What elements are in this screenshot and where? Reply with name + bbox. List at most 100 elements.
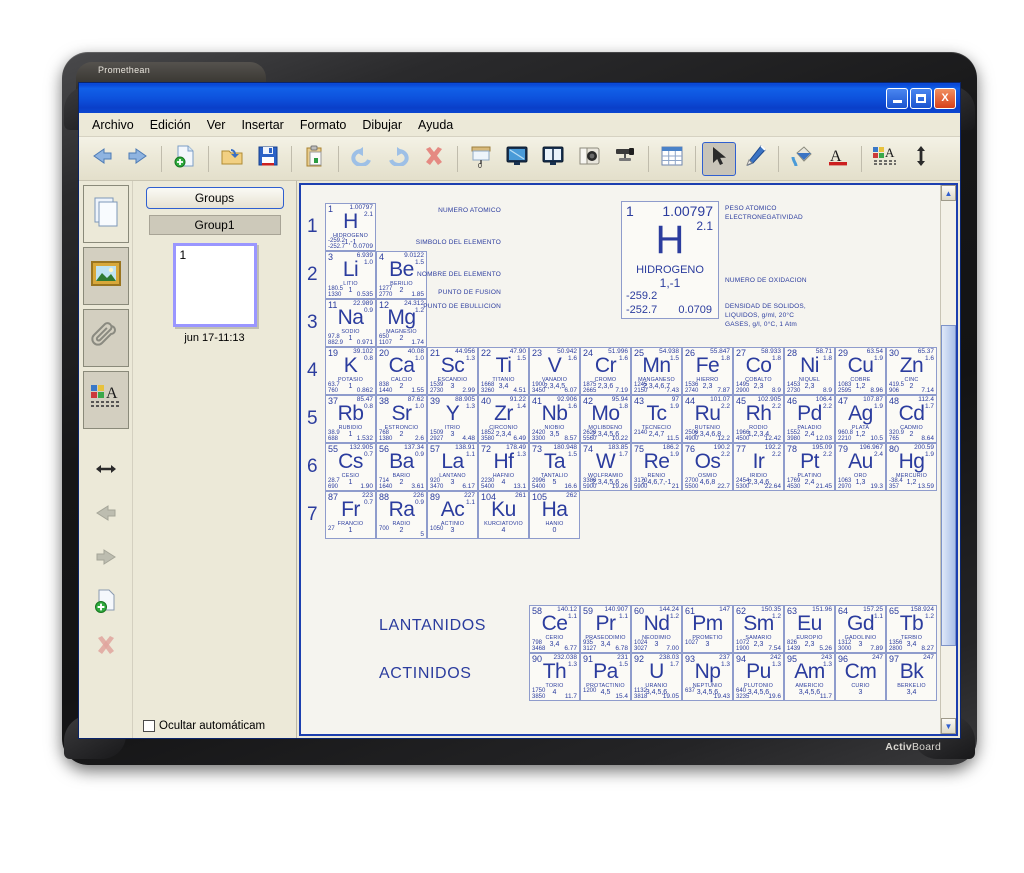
forward-arrow-button[interactable] (121, 142, 155, 176)
left-dock: A (79, 181, 133, 738)
open-folder-button[interactable] (215, 142, 249, 176)
group1-item[interactable]: Group1 (148, 215, 281, 235)
undo-button[interactable] (345, 142, 379, 176)
projector-icon (613, 145, 637, 172)
element-de: 19.43 (713, 693, 730, 700)
element-sym: Mo (591, 402, 620, 425)
projector-button[interactable] (608, 142, 642, 176)
element-de: 4.48 (462, 435, 475, 442)
element-mp: 1440 (379, 388, 393, 394)
back-arrow-button[interactable] (85, 142, 119, 176)
pen-tool-icon (743, 144, 767, 173)
scroll-up-button[interactable]: ▲ (941, 185, 956, 201)
element-mp: 5900 (583, 484, 597, 490)
grid-table-button[interactable] (655, 142, 689, 176)
legend-caption-atomic-number: NUMERO ATOMICO (438, 207, 501, 214)
element-cell-Re: 75 186.2 1.9 Re RENIO 2,4,6,7,-1 3170 5900 21 (631, 443, 682, 491)
menu-item-dibujar[interactable]: Dibujar (355, 115, 409, 135)
pen-tool-button[interactable] (738, 142, 772, 176)
element-mp: 3850 (532, 694, 546, 700)
resize-handle-button[interactable] (83, 451, 129, 491)
pages-tab[interactable] (82, 185, 129, 243)
next-page-icon (93, 548, 119, 571)
element-mp: 3470 (430, 484, 444, 490)
element-mp: 3980 (787, 436, 801, 442)
new-page-button[interactable] (168, 142, 202, 176)
menu-item-ver[interactable]: Ver (200, 115, 233, 135)
element-bp: 637 (685, 688, 696, 694)
element-de: 7.00 (666, 645, 679, 652)
delete-button[interactable] (417, 142, 451, 176)
element-sym: Bk (899, 660, 924, 683)
select-pointer-button[interactable] (702, 141, 736, 176)
scroll-down-button[interactable]: ▼ (941, 718, 956, 734)
element-de: 7.19 (615, 387, 628, 394)
element-m: 97 (671, 396, 679, 403)
element-cell-Pu: 94 242 1.3 Pu PLUTONIO 3,4,5,6 640 3235 19.6 (733, 653, 784, 701)
menu-item-insertar[interactable]: Insertar (234, 115, 290, 135)
element-cell-Fr: 87 223 0.7 Fr FRANCIO 1 27 (325, 491, 376, 539)
autohide-row[interactable]: Ocultar automáticam (143, 720, 293, 732)
minimize-button[interactable] (886, 87, 908, 109)
element-mp: 3027 (634, 646, 648, 652)
element-mp: 3300 (532, 436, 546, 442)
element-de: 2.6 (414, 435, 424, 442)
legend-caption-mass: PESO ATOMICO (725, 205, 777, 212)
canvas-vertical-scrollbar[interactable]: ▲ ▼ (940, 185, 956, 734)
scrollbar-thumb[interactable] (941, 325, 956, 646)
maximize-button[interactable] (910, 87, 932, 109)
fill-bucket-button[interactable] (785, 142, 819, 176)
resize-vertical-button[interactable] (904, 142, 938, 176)
window-titlebar[interactable]: X (79, 83, 960, 113)
element-cell-Pr: 59 140.907 1.1 Pr PRASEODIMIO 3,4 935 3127 6.78 (580, 605, 631, 653)
element-cell-Cu: 29 63.54 1.9 Cu COBRE 1,2 1083 2595 8.96 (835, 347, 886, 395)
element-mp: 2730 (430, 388, 444, 394)
element-mp: 765 (889, 436, 900, 442)
element-de: 6.78 (615, 645, 628, 652)
element-cell-Mo: 42 95.94 1.8 Mo MOLIBDENO 2,3,4,5,6 2620 5560 10… (580, 395, 631, 443)
element-sym: Au (848, 450, 873, 473)
desktop-annotate-button[interactable] (500, 142, 534, 176)
menu-item-ayuda[interactable]: Ayuda (411, 115, 460, 135)
presentation-screen-button[interactable]: 0 (464, 142, 498, 176)
text-style-button[interactable]: A (868, 142, 902, 176)
element-sym: Zn (899, 354, 924, 377)
toolbar-separator (161, 145, 162, 172)
element-de: 15.4 (615, 693, 628, 700)
autohide-checkbox[interactable] (143, 720, 155, 732)
scrollbar-track[interactable] (941, 201, 956, 718)
flipchart-canvas[interactable]: 1 2 3 4 5 6 7 1 1.00797 2.1 H HIDROGENO 1,-1 -259.2 -2… (301, 185, 940, 734)
attachments-tab[interactable] (82, 309, 129, 367)
element-bp: 2140 (634, 430, 648, 436)
next-page-button[interactable] (83, 539, 129, 579)
annotations-tab[interactable]: A (82, 371, 129, 429)
element-sym: Nd (643, 612, 670, 635)
menu-item-formato[interactable]: Formato (293, 115, 354, 135)
element-de: 8.9 (771, 387, 781, 394)
groups-button[interactable]: Groups (145, 187, 284, 209)
pages-icon (91, 196, 121, 233)
text-color-button[interactable]: A (821, 142, 855, 176)
element-m: 6.939 (356, 252, 373, 259)
toolbar-separator (695, 145, 696, 172)
menu-item-archivo[interactable]: Archivo (85, 115, 141, 135)
dual-page-view-button[interactable] (536, 142, 570, 176)
delete-page-button[interactable] (83, 627, 129, 667)
previous-page-button[interactable] (83, 495, 129, 535)
menu-item-edicin[interactable]: Edición (143, 115, 198, 135)
element-mp: 2665 (583, 388, 597, 394)
promethean-brand-label: Promethean (98, 65, 151, 75)
element-sym: Y (445, 402, 460, 425)
add-page-button[interactable] (83, 583, 129, 623)
save-disk-button[interactable] (251, 142, 285, 176)
paste-clipboard-button[interactable] (298, 142, 332, 176)
element-cell-Eu: 63 151.96 Eu EUROPIO 2,3 826 1439 5.26 (784, 605, 835, 653)
resources-tab[interactable] (82, 247, 129, 305)
camera-snapshot-button[interactable] (572, 142, 606, 176)
element-cell-W: 74 183.85 1.7 W WOLFRAMIO 2,3,4,5,6 3380 5900 19… (580, 443, 631, 491)
redo-button[interactable] (381, 142, 415, 176)
close-button[interactable]: X (934, 87, 956, 109)
page-thumbnail[interactable]: 1 (172, 243, 257, 327)
element-cell-Sc: 21 44.956 1.3 Sc ESCANDIO 3 1539 2730 2.99 (427, 347, 478, 395)
grid-table-icon (660, 145, 684, 172)
